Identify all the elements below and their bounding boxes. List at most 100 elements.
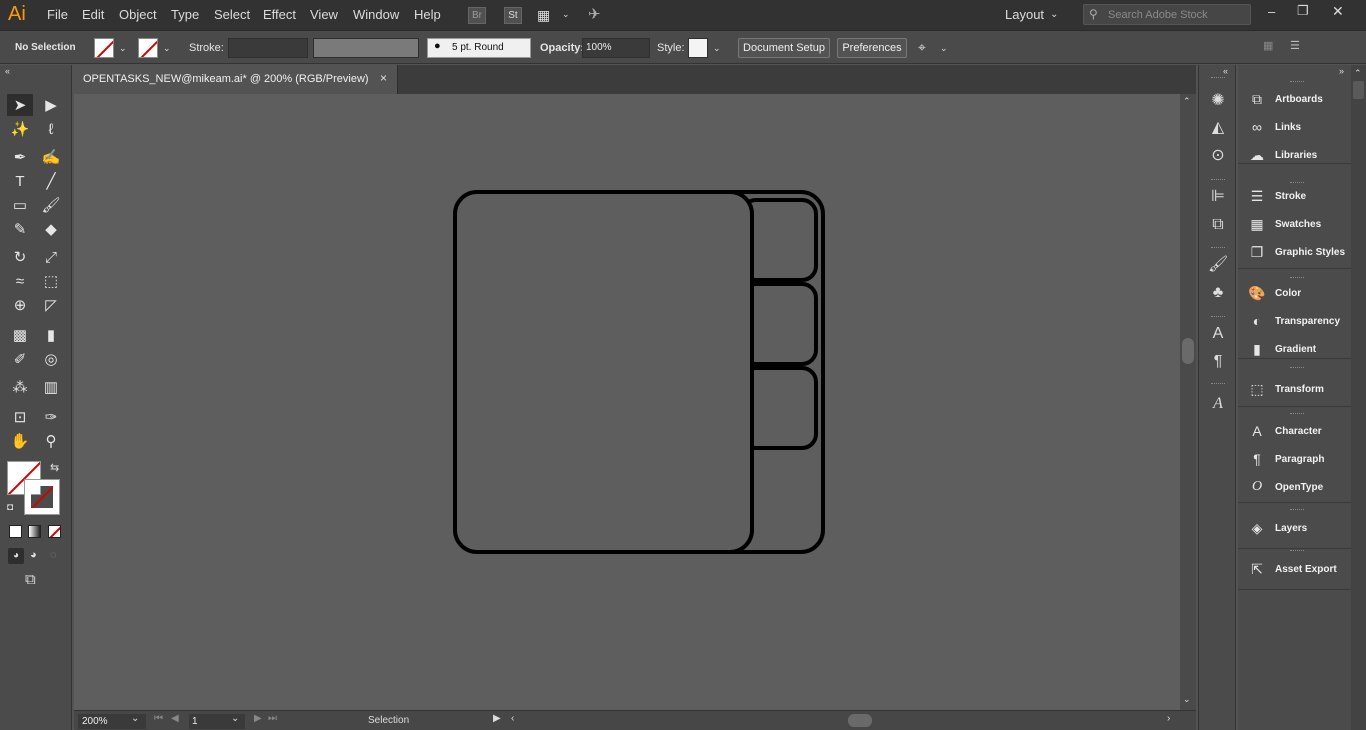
selection-tool-icon[interactable]: ➤ — [7, 94, 33, 116]
panel-asset-export[interactable]: ⇱ Asset Export — [1238, 559, 1358, 581]
color-mode-icon[interactable] — [9, 525, 22, 538]
current-tool-status[interactable]: Selection — [368, 715, 409, 726]
shaper-tool-icon[interactable]: ✎ — [7, 218, 33, 240]
previous-artboard-icon[interactable]: ◀ — [171, 713, 179, 724]
artboard-tool-icon[interactable]: ⊡ — [7, 406, 33, 428]
workspace-switcher[interactable]: Layout — [1005, 7, 1044, 22]
menu-type[interactable]: Type — [171, 7, 199, 22]
grip-icon[interactable] — [1290, 509, 1304, 511]
scroll-left-icon[interactable]: ‹ — [511, 713, 514, 724]
rotate-tool-icon[interactable]: ↻ — [7, 246, 33, 268]
align-icon[interactable]: ▦ — [1263, 39, 1273, 52]
swap-fill-stroke-icon[interactable]: ⇆ — [50, 461, 59, 474]
paintbrush-tool-icon[interactable]: 🖌 — [38, 194, 64, 216]
minimize-button[interactable]: – — [1268, 4, 1275, 19]
scroll-right-icon[interactable]: › — [1167, 713, 1170, 724]
transform-icon[interactable]: ⌖ — [918, 39, 926, 56]
symbols-icon[interactable]: ♣ — [1208, 283, 1228, 303]
chevron-down-icon[interactable]: ⌄ — [562, 9, 570, 20]
panel-color[interactable]: 🎨 Color — [1238, 283, 1358, 305]
grip-icon[interactable] — [1211, 77, 1225, 79]
grip-icon[interactable] — [1211, 179, 1225, 181]
blend-tool-icon[interactable]: ◎ — [38, 348, 64, 370]
grip-icon[interactable] — [1211, 247, 1225, 249]
scroll-down-icon[interactable]: ⌄ — [1183, 694, 1191, 705]
eyedropper-tool-icon[interactable]: ✐ — [7, 348, 33, 370]
panel-artboards[interactable]: ⧉ Artboards — [1238, 89, 1358, 111]
panel-stroke[interactable]: ☰ Stroke — [1238, 186, 1358, 208]
panel-opentype[interactable]: O OpenType — [1238, 477, 1358, 499]
direct-selection-tool-icon[interactable]: ▶ — [38, 94, 64, 116]
default-fill-stroke-icon[interactable]: ◘ — [7, 502, 13, 513]
image-trace-icon[interactable]: ◭ — [1208, 118, 1228, 138]
grip-icon[interactable] — [1290, 550, 1304, 552]
pathfinder-icon[interactable]: ⧉ — [1208, 215, 1228, 235]
mesh-tool-icon[interactable]: ▩ — [7, 324, 33, 346]
panel-scroll-thumb[interactable] — [1353, 81, 1364, 99]
menu-help[interactable]: Help — [414, 7, 441, 22]
next-artboard-icon[interactable]: ▶ — [254, 713, 262, 724]
bridge-button[interactable]: Br — [468, 7, 486, 24]
align-panel-icon[interactable]: ⊫ — [1208, 187, 1228, 207]
scale-tool-icon[interactable]: ⤢ — [38, 246, 64, 268]
close-tab-icon[interactable]: × — [380, 71, 387, 85]
menu-view[interactable]: View — [310, 7, 338, 22]
grip-icon[interactable] — [1211, 383, 1225, 385]
symbol-sprayer-tool-icon[interactable]: ⁂ — [7, 376, 33, 398]
pen-tool-icon[interactable]: ✒ — [7, 146, 33, 168]
width-tool-icon[interactable]: ≈ — [7, 270, 33, 292]
scroll-up-icon[interactable]: ⌃ — [1354, 68, 1362, 79]
panel-character[interactable]: A Character — [1238, 421, 1358, 443]
panel-dock-scrollbar[interactable]: ⌃ — [1351, 65, 1366, 730]
horizontal-scroll-thumb[interactable] — [848, 714, 872, 727]
grip-icon[interactable] — [1290, 277, 1304, 279]
column-graph-tool-icon[interactable]: ▥ — [38, 376, 64, 398]
collapse-panels-icon[interactable]: » — [1339, 66, 1344, 76]
shape-builder-tool-icon[interactable]: ⊕ — [7, 294, 33, 316]
chevron-down-icon[interactable]: ⌄ — [119, 43, 127, 54]
last-artboard-icon[interactable]: ⏭ — [268, 713, 277, 724]
panel-menu-icon[interactable]: ☰ — [1290, 39, 1300, 52]
chevron-down-icon[interactable]: ⌄ — [713, 43, 721, 54]
glyphs-icon[interactable]: A — [1208, 394, 1228, 414]
menu-file[interactable]: File — [47, 7, 68, 22]
search-stock-input[interactable]: ⚲ Search Adobe Stock — [1083, 4, 1251, 25]
first-artboard-icon[interactable]: ⏮ — [154, 713, 163, 724]
fill-swatch[interactable] — [94, 38, 114, 58]
close-window-button[interactable]: ✕ — [1332, 3, 1344, 20]
vertical-scrollbar[interactable]: ⌃ ⌄ — [1180, 94, 1196, 710]
panel-swatches[interactable]: ▦ Swatches — [1238, 214, 1358, 236]
chevron-down-icon[interactable]: ⌄ — [163, 43, 171, 54]
none-mode-icon[interactable] — [48, 525, 61, 538]
panel-transparency[interactable]: ◐ Transparency — [1238, 311, 1358, 333]
grip-icon[interactable] — [1290, 367, 1304, 369]
vertical-scroll-thumb[interactable] — [1182, 338, 1194, 364]
variable-width-profile[interactable] — [313, 38, 419, 58]
brushes-icon[interactable]: 🖌 — [1208, 255, 1228, 275]
draw-behind-icon[interactable]: ◕ — [30, 549, 37, 561]
gradient-tool-icon[interactable]: ▮ — [38, 324, 64, 346]
status-menu-icon[interactable]: ▶ — [493, 713, 501, 724]
document-setup-button[interactable]: Document Setup — [738, 38, 830, 58]
panel-transform[interactable]: ⬚ Transform — [1238, 379, 1358, 401]
scroll-up-icon[interactable]: ⌃ — [1183, 96, 1191, 107]
appearance-icon[interactable]: ✺ — [1208, 91, 1228, 111]
stroke-color-box[interactable] — [24, 479, 60, 515]
menu-effect[interactable]: Effect — [263, 7, 296, 22]
rectangle-tool-icon[interactable]: ▭ — [7, 194, 33, 216]
menu-window[interactable]: Window — [353, 7, 399, 22]
navigator-icon[interactable]: ⊙ — [1208, 146, 1228, 166]
stroke-weight-field[interactable] — [228, 38, 308, 58]
lasso-tool-icon[interactable]: ℓ — [38, 118, 64, 140]
chevron-down-icon[interactable]: ⌄ — [940, 43, 948, 54]
menu-select[interactable]: Select — [214, 7, 250, 22]
eraser-tool-icon[interactable]: ◆ — [38, 218, 64, 240]
slice-tool-icon[interactable]: ✑ — [38, 406, 64, 428]
chevron-down-icon[interactable]: ⌄ — [1050, 9, 1058, 20]
graphic-style-swatch[interactable] — [688, 38, 708, 58]
menu-edit[interactable]: Edit — [82, 7, 104, 22]
panel-paragraph[interactable]: ¶ Paragraph — [1238, 449, 1358, 471]
curvature-tool-icon[interactable]: ✍ — [38, 146, 64, 168]
menu-object[interactable]: Object — [119, 7, 157, 22]
draw-normal-icon[interactable]: ◕ — [8, 548, 24, 564]
